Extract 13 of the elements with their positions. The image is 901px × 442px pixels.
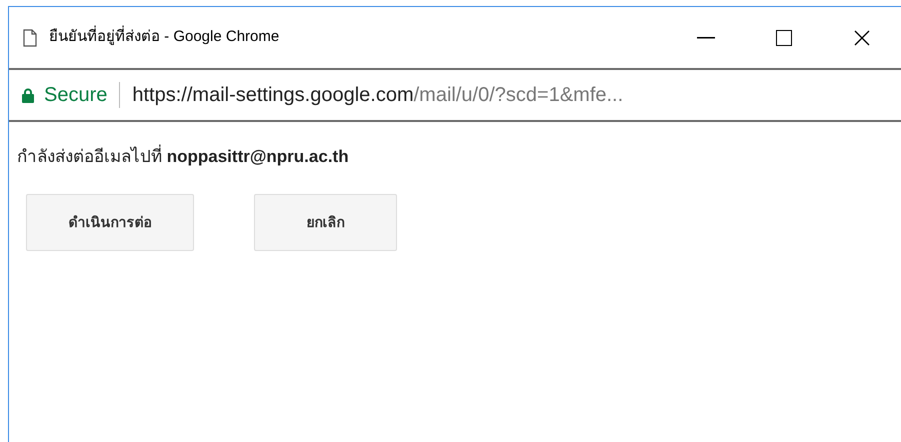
cancel-button[interactable]: ยกเลิก: [254, 194, 397, 250]
url-host: https://mail-settings.google.com: [132, 83, 414, 108]
address-bar[interactable]: Secure https://mail-settings.google.com/mail/u/0/?scd=1&mfe...: [9, 68, 901, 122]
window-title: ยืนยันที่อยู่ที่ส่งต่อ - Google Chrome: [49, 26, 280, 49]
lock-icon: [22, 88, 34, 102]
page-icon: [23, 28, 37, 46]
forwarding-message: กำลังส่งต่ออีเมลไปที่ noppasittr@npru.ac.th: [17, 144, 901, 170]
continue-button[interactable]: ดำเนินการต่อ: [26, 194, 194, 250]
close-icon: [854, 30, 870, 46]
secure-label: Secure: [44, 83, 108, 108]
url-path: /mail/u/0/?scd=1&mfe...: [414, 83, 624, 108]
maximize-icon: [776, 30, 792, 46]
minimize-icon: [697, 36, 715, 38]
